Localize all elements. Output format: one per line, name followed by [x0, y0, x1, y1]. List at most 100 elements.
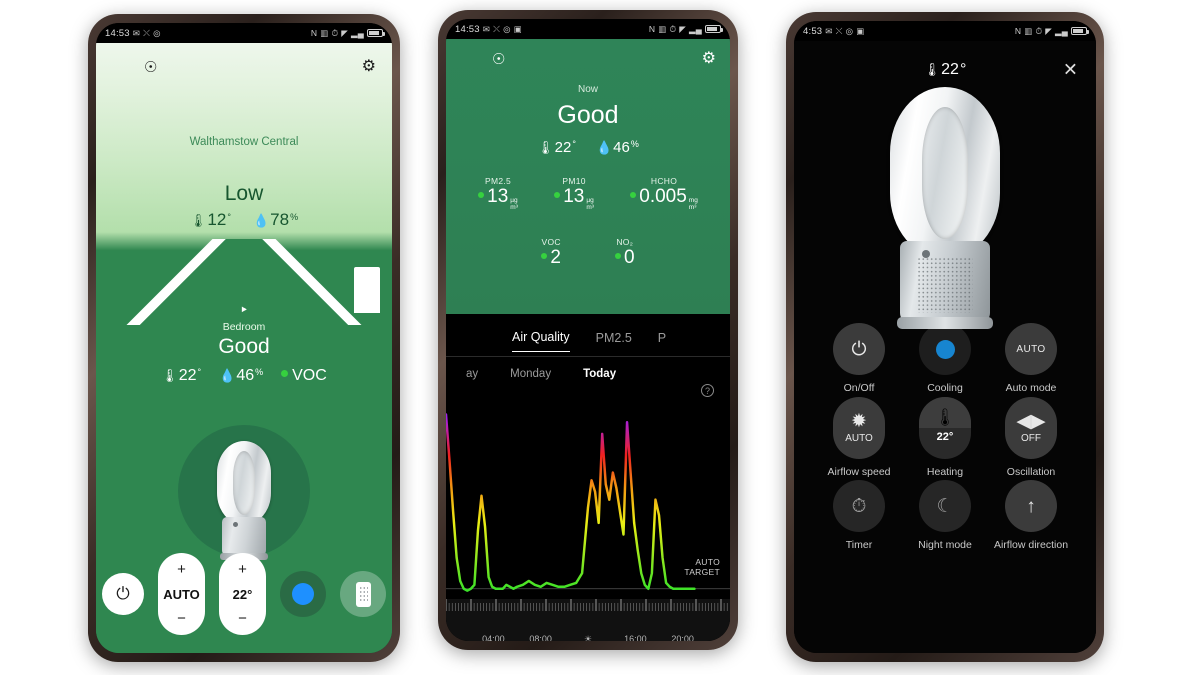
oscillation-button[interactable]: ◀▶ OFF	[1005, 396, 1057, 459]
air-quality-chart[interactable]: AUTO TARGET 04:00 08:00 ☀ 16:00 20:00	[446, 399, 730, 641]
control-label: Airflow speed	[827, 465, 891, 478]
control-airflow-speed[interactable]: ✹ AUTO Airflow speed	[818, 396, 900, 479]
status-bar-1: 14:53 ✉ ⤬ ◎ N ▥ ⏱ ◤ ▂▄	[96, 23, 392, 43]
phone-2-toolbar: ☉ ⚙	[446, 39, 730, 79]
status-dot-green	[554, 192, 561, 198]
phone-1-controls: ⏻ + AUTO − + 22° −	[96, 553, 392, 635]
alarm-icon: ◎	[153, 27, 161, 38]
close-icon[interactable]: ✕	[1063, 60, 1078, 81]
pollutant-hcho[interactable]: HCHO 0.005 mg m³	[630, 176, 698, 212]
timer-button[interactable]: ⏱	[833, 480, 885, 533]
temp-increase[interactable]: +	[238, 562, 247, 577]
status-time: 4:53	[803, 25, 823, 37]
heating-button[interactable]: 🌡 22°	[919, 396, 971, 459]
message-icon: ✉	[482, 23, 491, 34]
phone-3: 4:53 ✉ ⤬ ◎ ▣ N ▥ ⏱ ◤ ▂▄ �	[786, 12, 1104, 662]
help-icon[interactable]: ?	[701, 384, 714, 397]
device-temperature: 🌡 22 °	[923, 61, 967, 78]
signal-icon: ▂▄	[351, 27, 364, 38]
status-time: 14:53	[105, 27, 130, 39]
day-today[interactable]: Today	[583, 368, 616, 380]
signal-icon: ▂▄	[1055, 25, 1068, 36]
battery-icon	[1071, 26, 1089, 36]
remote-button[interactable]	[340, 571, 386, 617]
control-label: Oscillation	[1006, 465, 1056, 478]
share-icon: ⤬	[493, 23, 501, 34]
alarm-icon: ◎	[503, 23, 511, 34]
gear-icon[interactable]: ⚙	[702, 51, 716, 67]
pollutant-pm10[interactable]: PM10 13 µg m³	[554, 176, 594, 212]
temp-value: 22°	[232, 586, 253, 602]
tab-pm10[interactable]: P	[658, 331, 666, 352]
bell-icon[interactable]: ☉	[144, 60, 157, 75]
chart-axis: 04:00 08:00 ☀ 16:00 20:00	[446, 599, 730, 641]
chart-tabs: Air Quality PM2.5 P	[446, 314, 730, 356]
bell-icon[interactable]: ☉	[492, 52, 505, 67]
axis-tick-2: ☀	[583, 634, 593, 641]
auto-target-annotation: AUTO TARGET	[684, 556, 720, 578]
night-mode-button[interactable]: ☾	[919, 480, 971, 533]
device-image-phone1[interactable]	[178, 425, 310, 560]
droplet-icon: 💧	[219, 368, 236, 383]
status-dot-green	[478, 192, 485, 198]
pollutant-no2[interactable]: NO₂ 0	[615, 237, 635, 267]
indoor-metrics: 🌡 22 ° 💧 46 % VOC	[96, 367, 392, 385]
fan-decrease[interactable]: −	[177, 611, 186, 626]
gear-icon[interactable]: ⚙	[362, 59, 376, 75]
airflow-direction-button[interactable]: ↑	[1005, 480, 1057, 533]
pollutant-pm25[interactable]: PM2.5 13 µg m³	[478, 176, 518, 212]
control-timer[interactable]: ⏱ Timer	[818, 480, 900, 552]
cooling-button[interactable]	[919, 323, 971, 375]
fan-speed-stepper[interactable]: + AUTO −	[158, 553, 205, 635]
fan-increase[interactable]: +	[177, 562, 186, 577]
control-auto-mode[interactable]: AUTO Auto mode	[990, 323, 1072, 395]
control-airflow-direction[interactable]: ↑ Airflow direction	[990, 480, 1072, 552]
oscillation-value: OFF	[1021, 432, 1041, 444]
now-label: Now	[577, 84, 598, 95]
auto-mode-button[interactable]: AUTO	[1005, 323, 1057, 375]
tab-pm25[interactable]: PM2.5	[596, 331, 632, 352]
phone-3-content: 🌡 22 ° ✕ ⏻ On/Off Cooling AUTO Auto mode…	[794, 41, 1096, 653]
battery-icon	[705, 24, 723, 34]
message-icon: ✉	[132, 27, 141, 38]
cooling-button[interactable]	[280, 571, 326, 617]
phone-1-content: ☉ ⚙ Walthamstow Central Low 🌡 12 ° 💧 78 …	[96, 43, 392, 653]
control-on-off[interactable]: ⏻ On/Off	[818, 323, 900, 395]
share-icon: ⤬	[835, 25, 843, 36]
vibrate-icon: ▥	[320, 27, 329, 38]
on-off-button[interactable]: ⏻	[833, 323, 885, 375]
menu-icon[interactable]	[112, 61, 129, 74]
temp-decrease[interactable]: −	[238, 611, 247, 626]
dyson-fan-graphic	[207, 441, 281, 560]
power-button[interactable]: ⏻	[102, 573, 144, 615]
fan-base	[900, 241, 990, 323]
control-label: Auto mode	[1005, 382, 1057, 394]
outdoor-metrics: 🌡 12 ° 💧 78 %	[96, 210, 392, 230]
control-night-mode[interactable]: ☾ Night mode	[904, 480, 986, 552]
menu-icon[interactable]	[460, 53, 477, 66]
status-bar-right: N ▥ ⏱ ◤ ▂▄	[649, 24, 723, 34]
indoor-voc: VOC	[281, 367, 327, 385]
control-oscillation[interactable]: ◀▶ OFF Oscillation	[990, 396, 1072, 479]
day-monday[interactable]: Monday	[510, 368, 551, 380]
control-heating[interactable]: 🌡 22° Heating	[904, 396, 986, 479]
day-sunday[interactable]: ay	[466, 368, 478, 380]
unit-hcho: mg m³	[688, 197, 698, 211]
fan-blade-icon: ✹	[851, 410, 867, 432]
status-dot-green	[615, 253, 621, 259]
quality-headline: Good	[557, 101, 619, 129]
header-humidity: 💧 46 %	[595, 139, 639, 156]
remote-icon	[355, 581, 371, 607]
nfc-icon: N	[1014, 25, 1022, 36]
temperature-stepper[interactable]: + 22° −	[219, 553, 266, 635]
tab-air-quality[interactable]: Air Quality	[512, 330, 570, 352]
status-time: 14:53	[455, 23, 480, 35]
airflow-speed-button[interactable]: ✹ AUTO	[833, 396, 885, 459]
outdoor-humidity: 💧 78 %	[252, 210, 299, 229]
day-selector: ay Monday Today	[446, 357, 730, 389]
room-name: Bedroom	[222, 321, 266, 333]
control-label: Cooling	[927, 382, 963, 394]
pollutant-voc[interactable]: VOC 2	[541, 237, 561, 267]
control-cooling[interactable]: Cooling	[904, 323, 986, 395]
device-image-phone3	[794, 87, 1096, 329]
